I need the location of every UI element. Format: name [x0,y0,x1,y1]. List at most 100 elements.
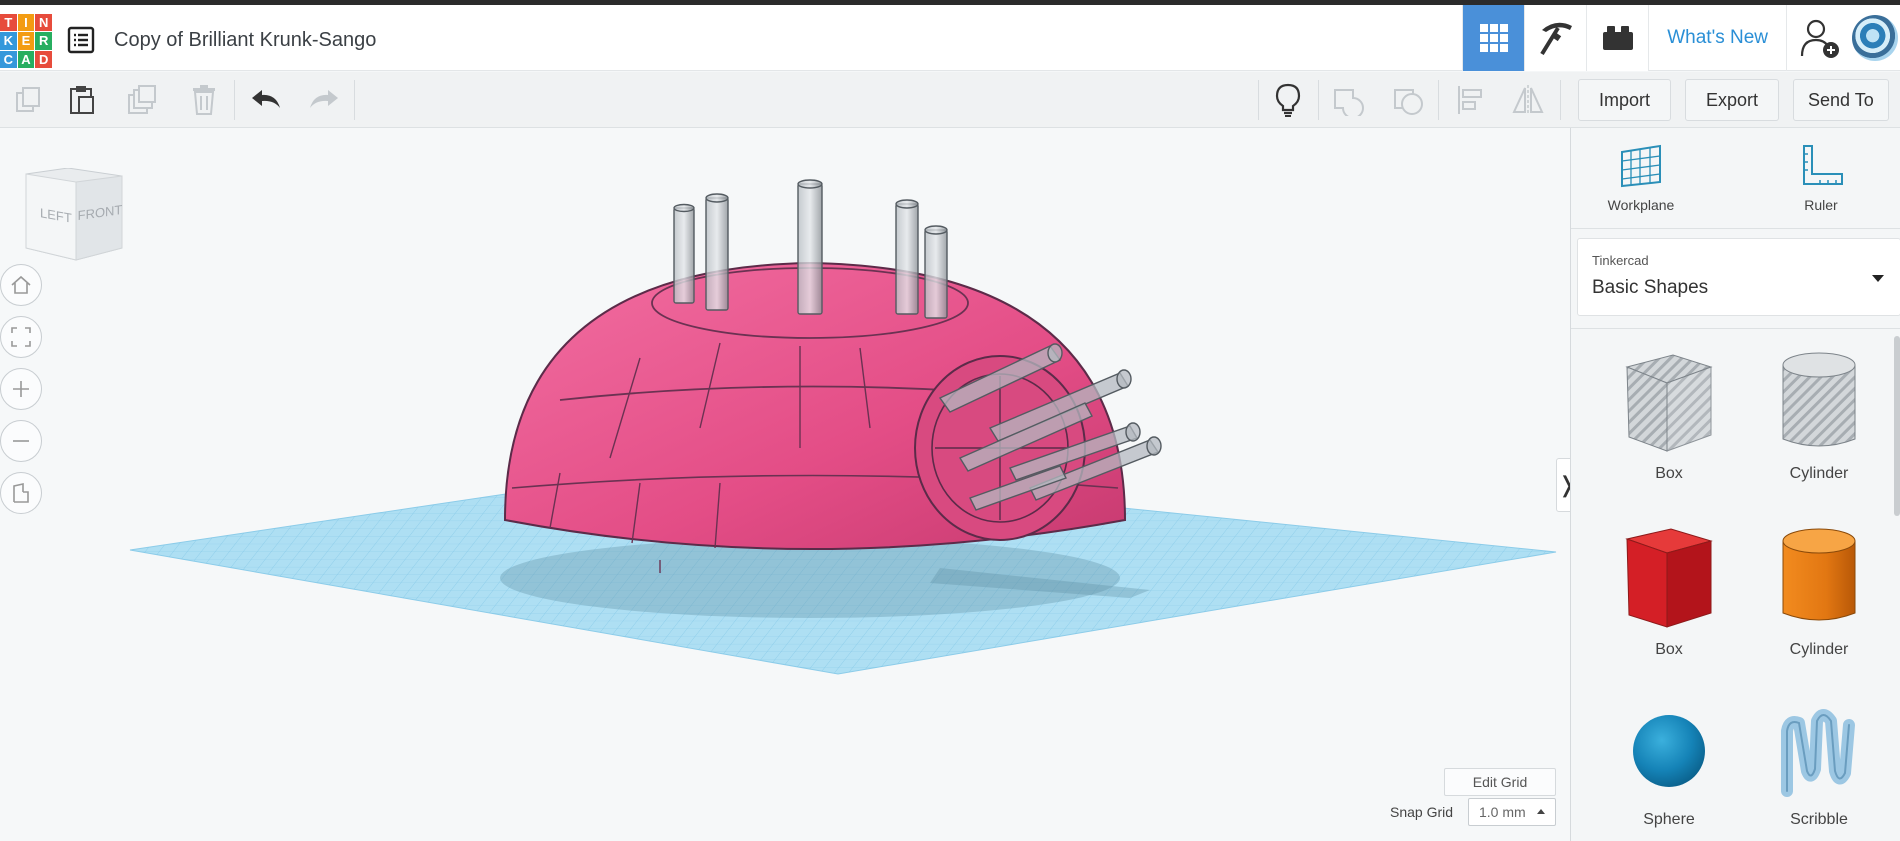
design-list-icon[interactable] [66,25,96,55]
mirror-icon [1512,85,1544,115]
fit-icon [11,327,31,347]
shape-cylinder-hole[interactable]: Cylinder [1759,349,1879,483]
delete-button[interactable] [176,72,232,128]
shape-library-select[interactable]: Tinkercad Basic Shapes [1577,238,1900,316]
add-user-icon [1800,19,1839,58]
library-category: Tinkercad [1592,253,1649,268]
chevron-right-icon: ❭ [1558,472,1570,498]
fit-view-button[interactable] [0,316,42,358]
shape-label: Scribble [1790,811,1848,828]
logo-letter: R [35,32,52,50]
perspective-icon [13,483,29,503]
shape-label: Box [1655,465,1683,482]
whats-new-link[interactable]: What's New [1648,5,1786,71]
pickaxe-icon [1540,22,1572,56]
ruler-icon [1803,145,1843,185]
invite-user-button[interactable] [1786,5,1852,71]
logo-letter: I [17,14,35,32]
sphere-icon [1633,715,1705,787]
ungroup-button[interactable] [1380,72,1436,128]
logo-letter: E [17,32,35,50]
blocks-view-button[interactable] [1524,5,1587,71]
ungroup-icon [1394,89,1423,115]
snap-grid-label: Snap Grid [1390,804,1454,820]
redo-icon [310,90,338,108]
undo-button[interactable] [238,72,294,128]
shape-scribble[interactable]: Scribble [1759,701,1879,829]
snap-grid-select[interactable]: 1.0 mm [1468,798,1556,826]
import-button[interactable]: Import [1578,79,1672,121]
view-cube[interactable]: LEFT FRONT [22,167,126,269]
align-button[interactable] [1442,72,1498,128]
snap-grid-value: 1.0 mm [1479,804,1526,820]
send-to-button[interactable]: Send To [1793,79,1889,121]
shape-cylinder[interactable]: Cylinder [1759,525,1879,659]
shape-box-hole[interactable]: Box [1609,349,1729,483]
trash-icon [193,85,215,115]
group-button[interactable] [1320,72,1376,128]
app-header: TINKERCAD Copy of Brilliant Krunk-Sango [0,5,1900,71]
workplane-scene[interactable] [0,128,1570,841]
lightbulb-icon [1275,83,1301,117]
redo-button[interactable] [296,72,352,128]
plus-icon [13,381,29,397]
home-icon [11,275,31,294]
undo-icon [252,90,280,108]
3d-design-view-button[interactable] [1462,5,1525,71]
scribble-icon [1781,709,1855,797]
align-icon [1458,86,1482,114]
shapes-panel: Workplane Ruler Tinkercad Basic Shapes B… [1570,128,1900,841]
logo-letter: D [35,50,52,68]
workplane-icon [1621,144,1661,188]
paste-button[interactable] [54,72,110,128]
box-icon [1625,528,1713,628]
caret-up-icon [1537,809,1545,814]
logo-letter: A [17,50,35,68]
ruler-tool[interactable]: Ruler [1761,142,1881,213]
copy-icon [16,87,40,112]
library-value: Basic Shapes [1592,277,1709,298]
duplicate-icon [128,85,156,114]
collapse-panel-button[interactable]: ❭ [1556,458,1570,512]
clipboard-icon [70,86,94,114]
cylinder-icon [1782,528,1856,621]
logo-letter: N [35,14,52,32]
tinkercad-logo[interactable]: TINKERCAD [0,14,52,68]
bricks-view-button[interactable] [1586,5,1649,71]
shape-label: Box [1655,641,1683,658]
3d-viewport[interactable]: LEFT FRONT ❭ Edit Grid Snap Grid 1.0 mm [0,128,1570,841]
ruler-label: Ruler [1804,197,1838,213]
dropdown-arrow-icon [1872,275,1884,282]
workplane-label: Workplane [1607,197,1675,213]
vertical-pins[interactable] [673,179,948,319]
duplicate-button[interactable] [114,72,170,128]
edit-grid-button[interactable]: Edit Grid [1444,768,1556,796]
grid-icon [1479,24,1508,52]
shape-sphere[interactable]: Sphere [1609,701,1729,829]
shapes-grid: Box Cylinder Box Cylinder Sphere Scribbl… [1571,328,1900,841]
logo-letter: T [0,14,17,32]
brick-icon [1602,26,1633,50]
logo-letter: C [0,50,17,68]
shape-label: Sphere [1643,811,1695,828]
shape-label: Cylinder [1789,465,1849,482]
user-avatar[interactable] [1852,15,1898,61]
home-view-button[interactable] [0,264,42,306]
shape-box[interactable]: Box [1609,525,1729,659]
group-icon [1334,89,1364,116]
zoom-out-button[interactable] [0,420,42,462]
edit-toolbar: Import Export Send To [0,72,1900,128]
logo-letter: K [0,32,17,50]
mirror-button[interactable] [1500,72,1556,128]
cylinder-hole-icon [1782,352,1856,447]
zoom-in-button[interactable] [0,368,42,410]
workplane-tool[interactable]: Workplane [1581,142,1701,213]
shape-label: Cylinder [1789,641,1849,658]
copy-button[interactable] [0,72,56,128]
export-button[interactable]: Export [1685,79,1780,121]
notes-button[interactable] [1260,72,1316,128]
document-title[interactable]: Copy of Brilliant Krunk-Sango [114,29,376,52]
projection-button[interactable] [0,472,42,514]
minus-icon [13,440,29,442]
panel-scrollbar[interactable] [1894,336,1900,516]
